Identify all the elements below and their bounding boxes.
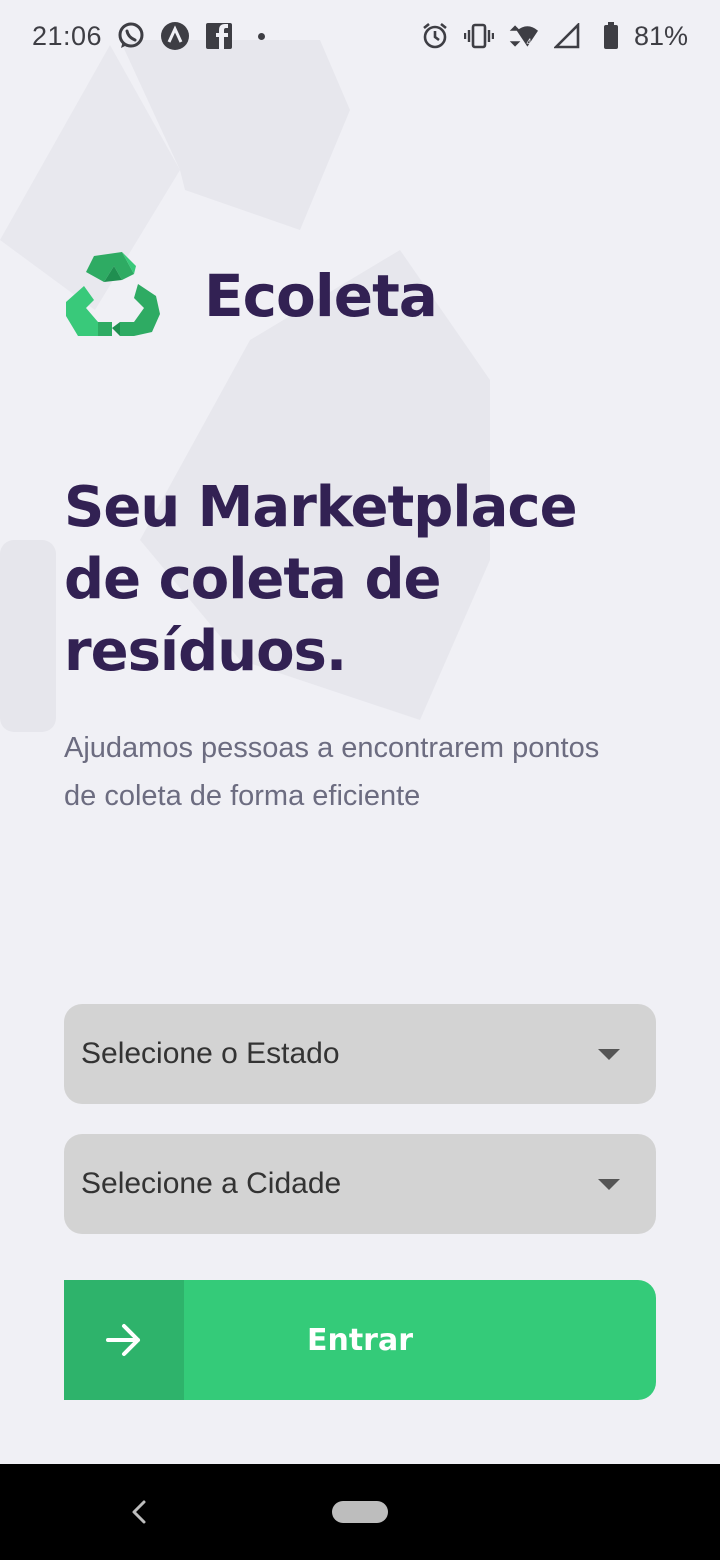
- signal-icon: [552, 21, 582, 51]
- app-icon: [160, 21, 190, 51]
- brand-logo: Ecoleta: [64, 248, 438, 344]
- state-select[interactable]: Selecione o Estado: [64, 1004, 656, 1104]
- enter-button[interactable]: Entrar: [64, 1280, 656, 1400]
- whatsapp-icon: [116, 21, 146, 51]
- enter-button-label: Entrar: [306, 1322, 414, 1358]
- battery-icon: [596, 21, 626, 51]
- vibrate-icon: [463, 21, 494, 51]
- city-select[interactable]: Selecione a Cidade: [64, 1134, 656, 1234]
- battery-level: 81%: [633, 20, 688, 51]
- status-right: 4 81%: [420, 21, 688, 52]
- status-left: 21:06: [32, 20, 266, 52]
- back-icon[interactable]: [126, 1496, 154, 1528]
- alarm-icon: [420, 21, 450, 51]
- status-bar: 21:06 4 81%: [0, 0, 720, 72]
- arrow-right-icon: [106, 1324, 140, 1356]
- page-title: Seu Marketplace de coleta de resíduos.: [64, 475, 578, 684]
- svg-text:4: 4: [526, 37, 531, 47]
- dot-icon: [258, 32, 266, 40]
- state-select-placeholder: Selecione o Estado: [81, 1037, 340, 1070]
- enter-button-icon-box: [64, 1280, 184, 1400]
- chevron-down-icon: [598, 1178, 620, 1190]
- page-description: Ajudamos pessoas a encontrarem pontos de…: [64, 732, 600, 812]
- home-pill-icon[interactable]: [332, 1501, 388, 1523]
- status-time: 21:06: [32, 20, 103, 51]
- chevron-down-icon: [598, 1048, 620, 1060]
- brand-name: Ecoleta: [204, 262, 438, 330]
- facebook-icon: [204, 21, 234, 51]
- wifi-icon: 4: [508, 21, 538, 51]
- recycle-icon: [66, 252, 160, 336]
- system-nav-bar: [0, 1464, 720, 1560]
- city-select-placeholder: Selecione a Cidade: [81, 1167, 342, 1200]
- app-screen: 21:06 4 81% Ecoleta Seu Marketplace de c…: [0, 0, 720, 1560]
